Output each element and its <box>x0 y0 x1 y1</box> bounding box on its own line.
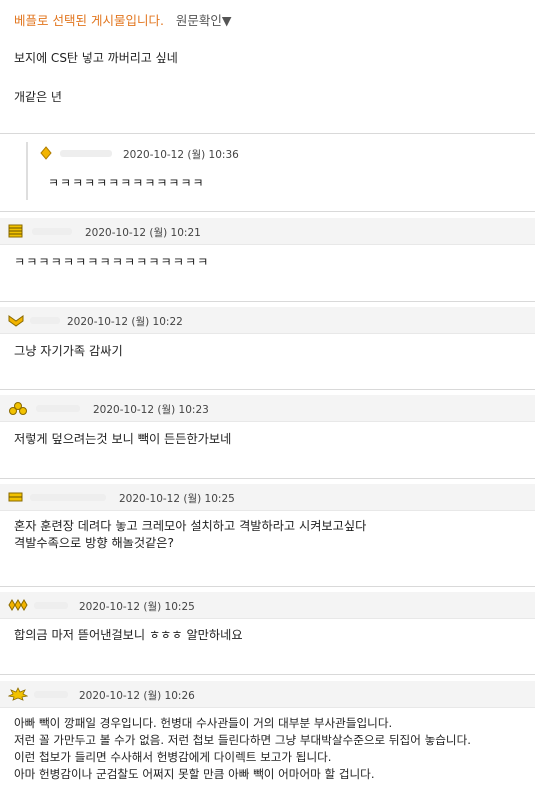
nickname[interactable] <box>60 150 112 157</box>
divider <box>0 389 535 390</box>
original-view-link[interactable]: 원문확인▼ <box>176 13 232 28</box>
nickname[interactable] <box>34 691 68 698</box>
best-post: 베플로 선택된 게시물입니다. 원문확인▼ 보지에 CS탄 넣고 까버리고 싶네… <box>0 0 535 123</box>
double-bar-level-icon <box>8 492 23 502</box>
comment-line: 혼자 훈련장 데려다 놓고 크레모아 설치하고 격발하라고 시켜보고싶다 <box>14 519 367 533</box>
reply-header: 2020-10-12 (월) 10:36 <box>30 140 535 167</box>
reply-date: 2020-10-12 (월) 10:36 <box>123 149 239 161</box>
comment-line: 저런 꼴 가만두고 볼 수가 없음. 저런 첩보 들린다하면 그냥 부대박살수준… <box>14 733 471 747</box>
nickname[interactable] <box>32 228 72 235</box>
comment-header: 2020-10-12 (월) 10:26 <box>0 681 535 708</box>
comment-line: 이런 첩보가 들리면 수사해서 헌병감에게 다이렉트 보고가 됩니다. <box>14 750 332 764</box>
comment-text: 그냥 자기가족 감싸기 <box>14 344 123 358</box>
stacked-bars-level-icon <box>8 224 23 238</box>
comment-text: 합의금 마저 뜯어낸걸보니 ㅎㅎㅎ 알만하네요 <box>14 628 243 642</box>
triple-diamond-level-icon <box>8 599 28 611</box>
gold-pile-level-icon <box>9 402 27 415</box>
comment-text: 아빠 빽이 깡패일 경우입니다. 헌병대 수사관들이 거의 대부분 부사관들입니… <box>14 715 531 783</box>
comment-date: 2020-10-12 (월) 10:22 <box>67 316 183 328</box>
nickname[interactable] <box>34 602 68 609</box>
divider <box>0 301 535 302</box>
nickname[interactable] <box>36 405 80 412</box>
comment-date: 2020-10-12 (월) 10:21 <box>85 227 201 239</box>
comment-header: 2020-10-12 (월) 10:23 <box>0 395 535 422</box>
comment-text: ㅋㅋㅋㅋㅋㅋㅋㅋㅋㅋㅋㅋㅋㅋㅋㅋ <box>14 255 210 269</box>
comment-line: 격발수족으로 방향 해놀것같은? <box>14 536 174 550</box>
comment-line: 아마 헌병감이나 군검찰도 어쩌지 못할 만큼 아빠 빽이 어마어마 할 겁니다… <box>14 767 375 781</box>
comment-header: 2020-10-12 (월) 10:21 <box>0 218 535 245</box>
reply-indent-bar <box>26 142 28 200</box>
divider <box>0 211 535 212</box>
best-notice: 베플로 선택된 게시물입니다. 원문확인▼ <box>14 10 535 29</box>
nickname[interactable] <box>30 317 60 324</box>
comment-date: 2020-10-12 (월) 10:23 <box>93 404 209 416</box>
comment-header: 2020-10-12 (월) 10:25 <box>0 592 535 619</box>
comment-date: 2020-10-12 (월) 10:25 <box>79 601 195 613</box>
reply-text: ㅋㅋㅋㅋㅋㅋㅋㅋㅋㅋㅋㅋㅋ <box>48 176 205 190</box>
comment-header: 2020-10-12 (월) 10:25 <box>0 484 535 511</box>
comment-date: 2020-10-12 (월) 10:25 <box>119 493 235 505</box>
comment-text: 혼자 훈련장 데려다 놓고 크레모아 설치하고 격발하라고 시켜보고싶다 격발수… <box>14 518 531 552</box>
best-notice-text: 베플로 선택된 게시물입니다. <box>14 13 164 28</box>
post-line: 보지에 CS탄 넣고 까버리고 싶네 <box>14 51 178 65</box>
divider <box>0 674 535 675</box>
comment-header: 2020-10-12 (월) 10:22 <box>0 307 535 334</box>
divider <box>0 133 535 134</box>
comment-date: 2020-10-12 (월) 10:26 <box>79 690 195 702</box>
comment-line: 아빠 빽이 깡패일 경우입니다. 헌병대 수사관들이 거의 대부분 부사관들입니… <box>14 716 393 730</box>
diamond-level-icon <box>40 146 52 160</box>
nickname[interactable] <box>30 494 106 501</box>
comment-text: 저렇게 덮으려는것 보니 빽이 든든한가보네 <box>14 432 232 446</box>
chevron-level-icon <box>8 315 24 327</box>
divider <box>0 586 535 587</box>
divider <box>0 478 535 479</box>
post-line: 개같은 년 <box>14 90 62 104</box>
sun-badge-level-icon <box>8 687 28 701</box>
